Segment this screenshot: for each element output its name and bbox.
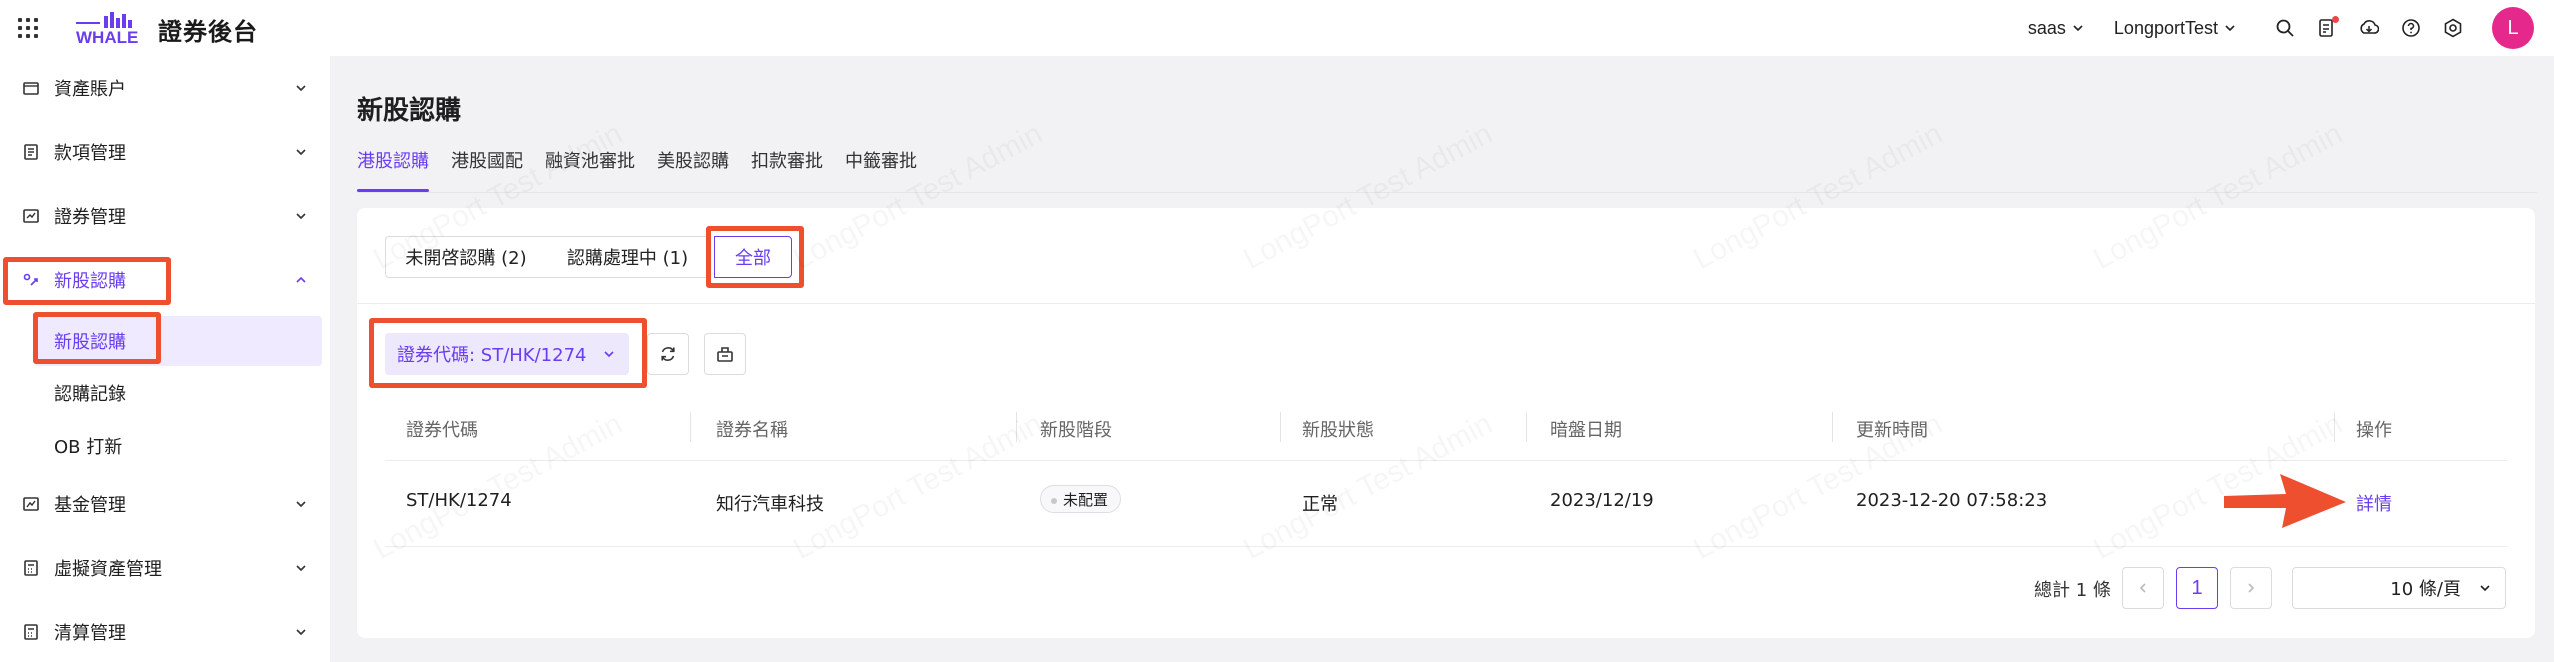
- chevron-down-icon: [2073, 25, 2083, 32]
- tenant-selector[interactable]: saas: [2028, 18, 2084, 39]
- help-icon[interactable]: [2400, 17, 2422, 39]
- settings-icon[interactable]: [2442, 17, 2464, 39]
- chevron-down-icon: [296, 213, 306, 220]
- annotation-arrow-icon: [2224, 474, 2346, 528]
- cell-name: 知行汽車科技: [716, 494, 824, 515]
- cell-code: ST/HK/1274: [406, 490, 512, 511]
- app-title: 證券後台: [158, 18, 258, 46]
- chart-card-icon: [23, 209, 39, 223]
- svg-text:WHALE: WHALE: [76, 28, 138, 46]
- tab-hk-placement[interactable]: 港股國配: [451, 148, 523, 192]
- download-icon[interactable]: [2358, 17, 2380, 39]
- column-header-name: 證券名稱: [716, 420, 788, 441]
- search-icon[interactable]: [2274, 17, 2296, 39]
- top-bar: WHALE 證券後台 saas LongportTest L: [0, 0, 2554, 56]
- segment-not-open[interactable]: 未開啓認購 (2): [385, 236, 547, 278]
- clear-icon: [717, 347, 733, 362]
- next-page-button[interactable]: [2230, 567, 2272, 609]
- cell-grey-market-date: 2023/12/19: [1550, 490, 1654, 511]
- column-header-actions: 操作: [2356, 420, 2392, 441]
- table-row-divider: [385, 546, 2507, 547]
- cell-status: 正常: [1302, 494, 1338, 515]
- sidebar-item-label: 虛擬資產管理: [54, 559, 162, 580]
- notification-dot: [2332, 16, 2339, 23]
- highlight-box-sidebar-ipo: [3, 257, 171, 305]
- column-header-updated-at: 更新時間: [1856, 420, 1928, 441]
- chevron-down-icon: [296, 149, 306, 156]
- column-separator: [690, 412, 691, 442]
- sidebar-item-label: 清算管理: [54, 623, 126, 644]
- highlight-box-sidebar-subitem: [33, 312, 161, 364]
- account-selector[interactable]: LongportTest: [2114, 18, 2236, 39]
- tab-financing-approval[interactable]: 融資池審批: [545, 148, 635, 192]
- sidebar-subitem-ob-ipo[interactable]: OB 打新: [34, 421, 322, 471]
- chevron-down-icon: [2480, 585, 2490, 592]
- sidebar-item-label: 款項管理: [54, 143, 126, 164]
- calculator-icon: [24, 624, 38, 640]
- tab-deduction-approval[interactable]: 扣款審批: [751, 148, 823, 192]
- chevron-down-icon: [2225, 25, 2235, 32]
- sidebar-item-label: 基金管理: [54, 495, 126, 516]
- highlight-box-segment-all: [706, 226, 804, 288]
- column-header-status: 新股狀態: [1302, 420, 1374, 441]
- chevron-up-icon: [296, 276, 306, 283]
- document-notification-icon[interactable]: [2316, 16, 2339, 39]
- stage-badge: 未配置: [1040, 485, 1122, 513]
- column-header-code: 證券代碼: [406, 420, 478, 441]
- tab-us-subscription[interactable]: 美股認購: [657, 148, 729, 192]
- chevron-down-icon: [296, 565, 306, 572]
- tab-hk-subscription[interactable]: 港股認購: [357, 148, 429, 192]
- sidebar-subitem-subscription-records[interactable]: 認購記錄: [34, 368, 322, 418]
- page-title: 新股認購: [357, 96, 462, 126]
- prev-page-button[interactable]: [2122, 567, 2164, 609]
- wallet-icon: [23, 82, 39, 95]
- account-label: LongportTest: [2113, 17, 2218, 38]
- tabs-divider: [357, 192, 2537, 193]
- chevron-left-icon: [2139, 583, 2146, 593]
- cell-updated-at: 2023-12-20 07:58:23: [1856, 490, 2048, 511]
- sidebar-item-label: 資產賬户: [54, 79, 126, 100]
- sidebar-item-clearing[interactable]: 清算管理: [0, 604, 330, 660]
- sidebar-item-virtual-assets[interactable]: 虛擬資產管理: [0, 540, 330, 596]
- column-separator: [1280, 412, 1281, 442]
- tenant-label: saas: [2027, 17, 2066, 38]
- whale-logo: WHALE: [76, 12, 138, 46]
- calculator-icon: [24, 560, 38, 576]
- column-separator: [1832, 412, 1833, 442]
- app-grid-icon[interactable]: [16, 16, 40, 40]
- sidebar-subitem-label: OB 打新: [54, 437, 123, 458]
- page-number-button[interactable]: 1: [2176, 567, 2218, 609]
- segment-processing[interactable]: 認購處理中 (1): [546, 236, 710, 278]
- highlight-box-filter: [369, 318, 647, 388]
- page-size-select[interactable]: 10 條/頁: [2292, 567, 2506, 609]
- sidebar-item-fund-management[interactable]: 基金管理: [0, 476, 330, 532]
- column-header-stage: 新股階段: [1040, 420, 1112, 441]
- ledger-icon: [24, 144, 38, 160]
- chevron-right-icon: [2248, 583, 2255, 593]
- sidebar-item-funds[interactable]: 款項管理: [0, 124, 330, 180]
- detail-link[interactable]: 詳情: [2356, 490, 2392, 516]
- tab-allotment-approval[interactable]: 中籤審批: [845, 148, 917, 192]
- chevron-down-icon: [296, 501, 306, 508]
- clear-filter-button[interactable]: [704, 333, 746, 375]
- card-divider: [357, 303, 2535, 304]
- trend-chart-icon: [23, 497, 39, 511]
- refresh-button[interactable]: [647, 333, 689, 375]
- refresh-icon: [661, 347, 675, 361]
- table-header-divider: [385, 460, 2507, 461]
- sidebar-subitem-label: 認購記錄: [54, 384, 126, 405]
- avatar[interactable]: L: [2492, 7, 2534, 49]
- column-separator: [1526, 412, 1527, 442]
- chevron-down-icon: [296, 85, 306, 92]
- tab-bar: 港股認購 港股國配 融資池審批 美股認購 扣款審批 中籤審批: [357, 148, 939, 192]
- sidebar-item-label: 證券管理: [54, 207, 126, 228]
- sidebar-item-assets[interactable]: 資產賬户: [0, 60, 330, 116]
- sidebar-item-securities[interactable]: 證券管理: [0, 188, 330, 244]
- chevron-down-icon: [296, 629, 306, 636]
- column-header-grey-market-date: 暗盤日期: [1550, 420, 1622, 441]
- page-size-label: 10 條/頁: [2390, 579, 2461, 600]
- column-separator: [2334, 412, 2335, 442]
- column-separator: [1016, 412, 1017, 442]
- total-count: 總計 1 條: [2034, 580, 2111, 601]
